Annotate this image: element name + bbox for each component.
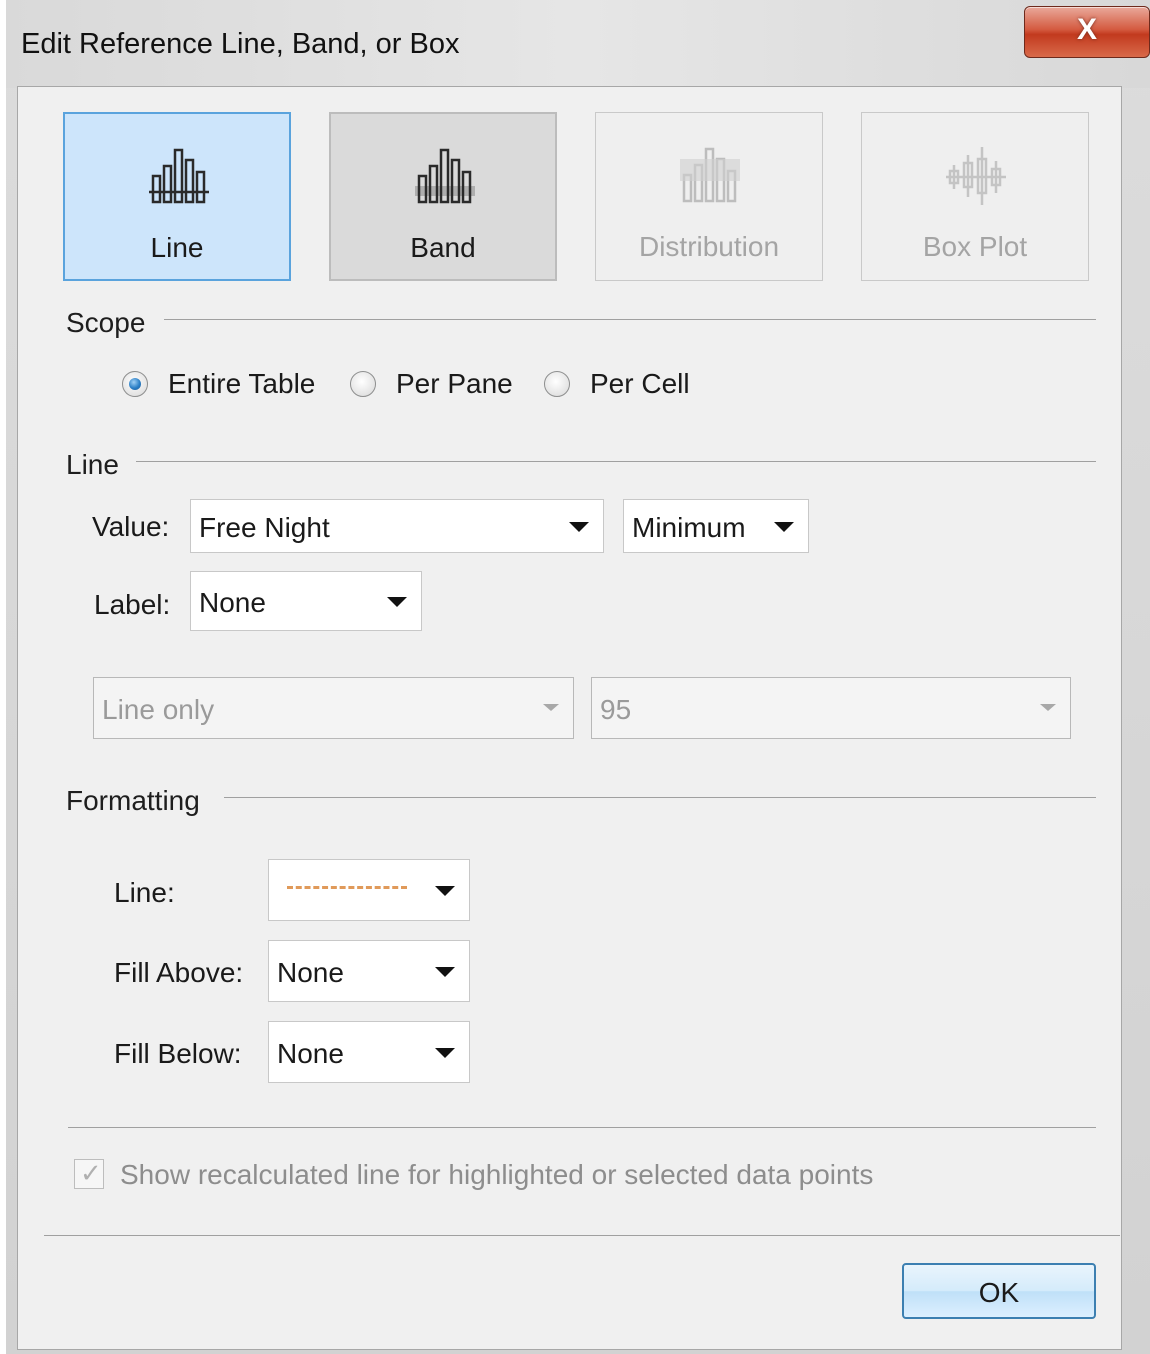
close-button[interactable]: X bbox=[1024, 6, 1150, 58]
chevron-down-icon bbox=[435, 886, 455, 896]
footer-divider bbox=[44, 1235, 1120, 1236]
fill-below-dropdown[interactable]: None bbox=[268, 1021, 470, 1083]
distribution-chart-icon bbox=[680, 147, 740, 203]
percent-dropdown[interactable]: 95 bbox=[591, 677, 1071, 739]
band-type-label: Band bbox=[410, 232, 476, 263]
radio-entire-table[interactable]: Entire Table bbox=[122, 367, 315, 401]
chevron-down-icon bbox=[774, 522, 794, 532]
chevron-down-icon bbox=[387, 597, 407, 607]
radio-entire-table-label: Entire Table bbox=[168, 368, 316, 399]
label-dropdown-text: None bbox=[199, 587, 266, 618]
band-type-button[interactable]: Band bbox=[329, 112, 557, 281]
chevron-down-icon bbox=[543, 704, 559, 711]
radio-per-pane-label: Per Pane bbox=[396, 368, 513, 399]
distribution-type-button[interactable]: Distribution bbox=[595, 112, 823, 281]
label-dropdown[interactable]: None bbox=[190, 571, 422, 631]
scope-divider bbox=[164, 319, 1096, 320]
recalc-divider bbox=[68, 1127, 1096, 1128]
chevron-down-icon bbox=[1040, 704, 1056, 711]
radio-unselected-icon bbox=[350, 371, 376, 397]
value-field-dropdown[interactable]: Free Night bbox=[190, 499, 604, 553]
dialog-title: Edit Reference Line, Band, or Box bbox=[21, 28, 460, 60]
radio-unselected-icon bbox=[544, 371, 570, 397]
line-chart-icon bbox=[149, 148, 209, 204]
radio-selected-icon bbox=[122, 371, 148, 397]
title-bar[interactable]: Edit Reference Line, Band, or Box X bbox=[6, 0, 1150, 88]
recalc-label: Show recalculated line for highlighted o… bbox=[120, 1159, 874, 1190]
box-plot-type-button[interactable]: Box Plot bbox=[861, 112, 1089, 281]
box-plot-icon bbox=[946, 147, 1006, 205]
line-style-dropdown[interactable] bbox=[268, 859, 470, 921]
chevron-down-icon bbox=[569, 522, 589, 532]
scope-heading: Scope bbox=[66, 307, 146, 338]
chevron-down-icon bbox=[435, 1048, 455, 1058]
close-icon: X bbox=[1076, 13, 1097, 46]
radio-per-pane[interactable]: Per Pane bbox=[350, 367, 513, 401]
line-heading: Line bbox=[66, 449, 119, 480]
line-divider bbox=[136, 461, 1096, 462]
dashed-line-swatch bbox=[287, 886, 407, 889]
chevron-down-icon bbox=[435, 967, 455, 977]
aggregation-dropdown[interactable]: Minimum bbox=[623, 499, 809, 553]
percent-text: 95 bbox=[600, 694, 632, 725]
line-type-label: Line bbox=[150, 232, 204, 263]
fill-above-label: Fill Above: bbox=[114, 957, 244, 988]
radio-per-cell[interactable]: Per Cell bbox=[544, 367, 690, 401]
formatting-heading: Formatting bbox=[66, 785, 200, 816]
label-label: Label: bbox=[94, 589, 171, 620]
dialog-body: Line Band Distribution Box Plot Scope En… bbox=[17, 86, 1122, 1350]
line-style-label: Line: bbox=[114, 877, 175, 908]
line-type-button[interactable]: Line bbox=[63, 112, 291, 281]
line-type-text: Line only bbox=[102, 694, 215, 725]
recalc-checkbox[interactable]: ✓ bbox=[74, 1158, 104, 1189]
fill-above-dropdown[interactable]: None bbox=[268, 940, 470, 1002]
value-field-text: Free Night bbox=[199, 512, 330, 543]
ok-button-label: OK bbox=[978, 1277, 1020, 1308]
line-type-dropdown[interactable]: Line only bbox=[93, 677, 574, 739]
dialog-window: Edit Reference Line, Band, or Box X Line bbox=[6, 0, 1150, 1354]
value-label: Value: bbox=[92, 511, 170, 542]
distribution-type-label: Distribution bbox=[638, 231, 780, 262]
radio-per-cell-label: Per Cell bbox=[590, 368, 690, 399]
band-chart-icon bbox=[415, 148, 475, 204]
aggregation-text: Minimum bbox=[632, 512, 746, 543]
box-plot-type-label: Box Plot bbox=[922, 231, 1028, 262]
checkmark-icon: ✓ bbox=[80, 1158, 102, 1188]
fill-below-text: None bbox=[277, 1038, 344, 1069]
formatting-divider bbox=[224, 797, 1096, 798]
fill-above-text: None bbox=[277, 957, 344, 988]
ok-button[interactable]: OK bbox=[902, 1263, 1096, 1319]
fill-below-label: Fill Below: bbox=[114, 1038, 242, 1069]
